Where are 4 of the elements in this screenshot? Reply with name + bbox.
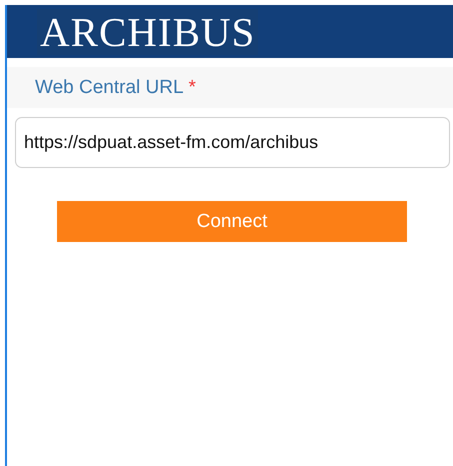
field-label: Web Central URL xyxy=(35,76,184,98)
required-mark: * xyxy=(188,76,196,98)
url-input-field[interactable]: https://sdpuat.asset-fm.com/archibus xyxy=(15,117,450,168)
logo: ARCHIBUS xyxy=(37,8,258,54)
